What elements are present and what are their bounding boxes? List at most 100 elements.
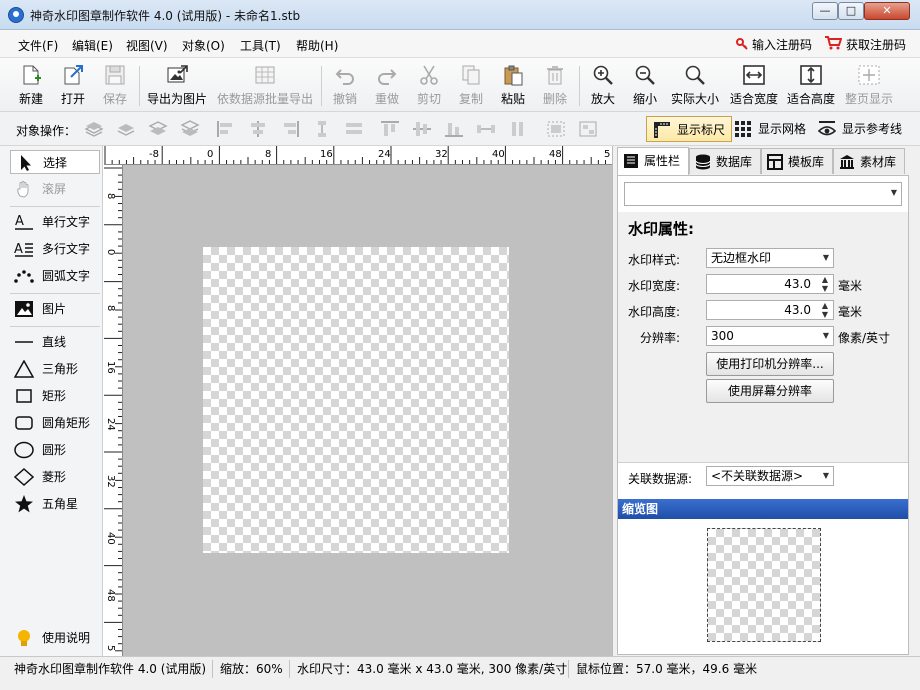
paste-button[interactable]: 粘贴 xyxy=(494,62,532,110)
style-select[interactable]: 无边框水印 ▼ xyxy=(706,248,834,268)
tool-rect-label: 矩形 xyxy=(42,389,67,403)
ruler-label: 24 xyxy=(378,149,391,160)
distribute-vertical-icon[interactable] xyxy=(312,120,332,138)
design-canvas[interactable] xyxy=(123,165,612,656)
close-button[interactable]: ✕ xyxy=(864,2,910,20)
get-code-label: 获取注册码 xyxy=(846,38,907,52)
section-title: 水印属性: xyxy=(628,220,694,238)
datasource-select[interactable]: <不关联数据源> ▼ xyxy=(706,466,834,486)
help-link[interactable]: 使用说明 xyxy=(10,626,100,650)
menu-help[interactable]: 帮助(H) xyxy=(296,37,338,54)
object-selector-combo[interactable]: ▼ xyxy=(624,182,902,206)
screen-dpi-button[interactable]: 使用屏幕分辨率 xyxy=(706,379,834,403)
tool-arc-text[interactable]: 圆弧文字 xyxy=(10,264,100,288)
show-ruler-toggle[interactable]: 显示标尺 xyxy=(646,116,733,142)
align-left-icon[interactable] xyxy=(216,120,236,138)
copy-button[interactable]: 复制 xyxy=(452,62,490,110)
redo-button[interactable]: 重做 xyxy=(368,62,406,110)
tool-single-text[interactable]: A 单行文字 xyxy=(10,210,100,234)
status-separator xyxy=(289,660,290,678)
send-to-back-icon[interactable] xyxy=(180,120,200,138)
maximize-button[interactable]: □ xyxy=(838,2,864,20)
preview-header: 缩览图 xyxy=(618,499,908,519)
align-middle-icon[interactable] xyxy=(412,120,432,138)
tool-multi-text-label: 多行文字 xyxy=(42,242,91,256)
ruler-label: 32 xyxy=(435,149,448,160)
width-input[interactable]: 43.0 ▲ ▼ xyxy=(706,274,834,294)
tab-database[interactable]: 数据库 xyxy=(689,148,761,174)
tool-scroll[interactable]: 滚屏 xyxy=(10,177,100,201)
save-button[interactable]: 保存 xyxy=(96,62,134,110)
tab-materials-label: 素材库 xyxy=(860,155,897,169)
tool-line[interactable]: 直线 xyxy=(10,330,100,354)
preview-thumbnail xyxy=(707,528,821,642)
zoom-out-button[interactable]: 缩小 xyxy=(626,62,664,110)
open-button[interactable]: 打开 xyxy=(54,62,92,110)
save-label: 保存 xyxy=(102,92,127,106)
align-bottom-icon[interactable] xyxy=(444,120,464,138)
undo-icon xyxy=(335,69,354,85)
watermark-artboard[interactable] xyxy=(203,247,509,553)
tool-triangle[interactable]: 三角形 xyxy=(10,357,100,381)
tool-single-text-label: 单行文字 xyxy=(42,215,91,229)
tool-diamond[interactable]: 菱形 xyxy=(10,465,100,489)
menu-edit[interactable]: 编辑(E) xyxy=(72,37,113,54)
tool-rect[interactable]: 矩形 xyxy=(10,384,100,408)
toolbar-separator xyxy=(579,66,580,106)
register-code-label: 输入注册码 xyxy=(752,38,813,52)
multi-text-icon: A xyxy=(14,242,33,257)
ruler-label: 40 xyxy=(492,149,505,160)
tab-materials[interactable]: 素材库 xyxy=(833,148,905,174)
align-right-icon[interactable] xyxy=(280,120,300,138)
align-width-icon[interactable] xyxy=(344,120,364,138)
delete-button[interactable]: 删除 xyxy=(536,62,574,110)
send-backward-icon[interactable] xyxy=(148,120,168,138)
bring-forward-icon[interactable] xyxy=(116,120,136,138)
spinner-arrows-icon[interactable]: ▲ ▼ xyxy=(819,301,831,319)
zoom-in-button[interactable]: 放大 xyxy=(584,62,622,110)
menu-view[interactable]: 视图(V) xyxy=(126,37,168,54)
show-grid-toggle[interactable]: 显示网格 xyxy=(728,116,812,142)
align-height-icon[interactable] xyxy=(508,120,528,138)
menu-tools[interactable]: 工具(T) xyxy=(240,37,281,54)
minimize-button[interactable]: — xyxy=(812,2,838,20)
height-input[interactable]: 43.0 ▲ ▼ xyxy=(706,300,834,320)
width-unit: 毫米 xyxy=(838,279,863,293)
style-label: 水印样式: xyxy=(628,253,681,267)
tool-image[interactable]: 图片 xyxy=(10,297,100,321)
actual-size-button[interactable]: 实际大小 xyxy=(668,62,722,110)
printer-dpi-button[interactable]: 使用打印机分辨率... xyxy=(706,352,834,376)
distribute-horizontal-icon[interactable] xyxy=(476,120,496,138)
register-code-link[interactable]: 输入注册码 xyxy=(736,36,812,53)
fit-width-button[interactable]: 适合宽度 xyxy=(727,62,781,110)
menu-file[interactable]: 文件(F) xyxy=(18,37,58,54)
export-image-button[interactable]: 导出为图片 xyxy=(144,62,210,110)
tab-properties[interactable]: 属性栏 xyxy=(617,147,689,175)
menu-object[interactable]: 对象(O) xyxy=(182,37,225,54)
full-page-button[interactable]: 整页显示 xyxy=(842,62,896,110)
tool-select[interactable]: 选择 xyxy=(10,150,100,174)
spinner-arrows-icon[interactable]: ▲ ▼ xyxy=(819,275,831,293)
align-center-icon[interactable] xyxy=(248,120,268,138)
undo-button[interactable]: 撤销 xyxy=(326,62,364,110)
show-guides-toggle[interactable]: 显示参考线 xyxy=(812,116,908,142)
tab-templates[interactable]: 模板库 xyxy=(761,148,833,174)
new-button[interactable]: 新建 xyxy=(12,62,50,110)
cut-button[interactable]: 剪切 xyxy=(410,62,448,110)
dpi-select[interactable]: 300 ▼ xyxy=(706,326,834,346)
fit-height-button[interactable]: 适合高度 xyxy=(784,62,838,110)
tool-round-rect[interactable]: 圆角矩形 xyxy=(10,411,100,435)
ungroup-icon[interactable] xyxy=(578,120,598,138)
get-code-link[interactable]: 获取注册码 xyxy=(824,36,906,53)
scissors-icon xyxy=(420,65,438,85)
tool-circle[interactable]: 圆形 xyxy=(10,438,100,462)
show-ruler-label: 显示标尺 xyxy=(677,123,726,137)
object-ops-label: 对象操作： xyxy=(16,124,77,138)
tool-multi-text[interactable]: A 多行文字 xyxy=(10,237,100,261)
batch-export-button[interactable]: 依数据源批量导出 xyxy=(214,62,316,110)
tool-panel: 选择 滚屏 A 单行文字 A 多行文字 圆弧文字 图片 直线 三角形 矩形 圆角… xyxy=(0,146,103,656)
group-icon[interactable] xyxy=(546,120,566,138)
align-top-icon[interactable] xyxy=(380,120,400,138)
tool-star[interactable]: 五角星 xyxy=(10,492,100,516)
bring-to-front-icon[interactable] xyxy=(84,120,104,138)
